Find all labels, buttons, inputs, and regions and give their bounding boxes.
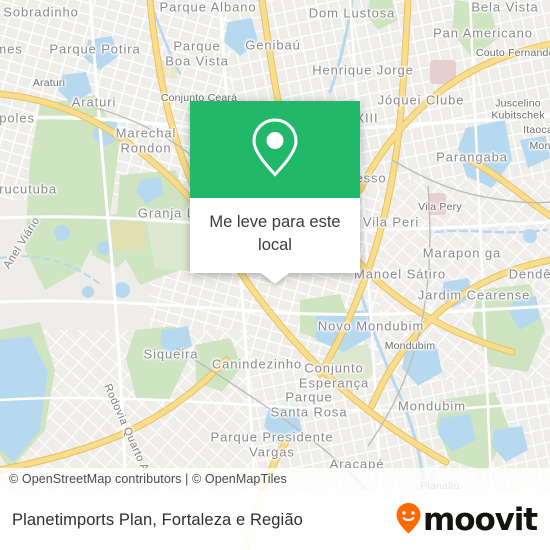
page-title: Planetimports Plan, Fortaleza e Região: [12, 510, 303, 529]
popup-pointer-triangle: [261, 272, 289, 284]
moovit-map-screenshot: Sobradinho Parque Albano Dom Lustosa Bela V…: [0, 0, 550, 550]
map-pin-icon: [249, 116, 301, 183]
footer-bar: Planetimports Plan, Fortaleza e Região m…: [0, 490, 550, 550]
moovit-logo[interactable]: moovit: [395, 502, 550, 539]
popup-header: [190, 101, 360, 198]
popup-label: Me leve para este local: [209, 213, 341, 254]
map-attribution-bar: © OpenStreetMap contributors | © OpenMap…: [0, 468, 550, 490]
location-popup-card[interactable]: Me leve para este local: [190, 101, 360, 284]
moovit-smiley-pin-icon: [395, 502, 422, 539]
moovit-wordmark: moovit: [423, 501, 538, 538]
attribution-text[interactable]: © OpenStreetMap contributors | © OpenMap…: [0, 472, 287, 486]
